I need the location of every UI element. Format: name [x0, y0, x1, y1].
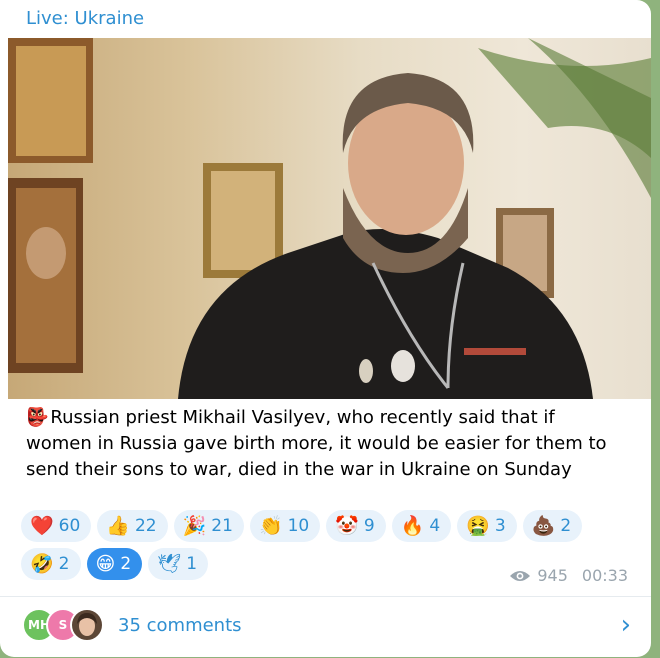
reaction-count: 3	[494, 516, 506, 536]
reaction-vomit[interactable]: 🤮 3	[457, 510, 517, 542]
comments-label: 35 comments	[118, 614, 242, 636]
reaction-poop[interactable]: 💩 2	[522, 510, 583, 542]
rolling-laughing-icon: 🤣	[30, 552, 54, 575]
reaction-count: 10	[287, 516, 310, 536]
thumbs-up-icon: 👍	[106, 514, 130, 537]
reaction-count: 21	[211, 516, 233, 536]
post-photo[interactable]	[8, 38, 651, 399]
reaction-count: 22	[134, 516, 157, 536]
clown-face-icon: 🤡	[335, 514, 359, 537]
fire-icon: 🔥	[400, 514, 425, 537]
goblin-icon: 👺	[26, 407, 49, 428]
dove-icon: 🕊	[157, 552, 182, 575]
reaction-count: 2	[560, 516, 572, 536]
reaction-count: 2	[58, 554, 70, 574]
reaction-grin[interactable]: 😁 2	[86, 548, 143, 580]
clapping-hands-icon: 👏	[258, 514, 283, 537]
heart-icon: ❤️	[30, 514, 54, 537]
comments-bar[interactable]: MH S 35 comments ›	[22, 607, 631, 643]
reaction-thumbs-up[interactable]: 👍 22	[97, 510, 168, 542]
vomiting-face-icon: 🤮	[466, 514, 490, 537]
reaction-count: 1	[186, 554, 198, 574]
chevron-right-icon: ›	[620, 610, 631, 640]
avatar	[70, 608, 104, 642]
message-meta: 945 00:33	[509, 566, 628, 585]
channel-title[interactable]: Live: Ukraine	[26, 7, 144, 31]
reaction-count: 4	[429, 516, 441, 536]
commenter-avatars: MH S	[22, 608, 104, 642]
reactions-row-1: ❤️ 60 👍 22 🎉 21 👏 10 🤡 9 🔥 4 🤮 3 💩 2	[21, 510, 621, 542]
reaction-rofl[interactable]: 🤣 2	[21, 548, 81, 580]
reaction-dove[interactable]: 🕊 1	[148, 548, 209, 580]
party-popper-icon: 🎉	[182, 514, 207, 537]
divider	[0, 596, 651, 597]
reaction-clap[interactable]: 👏 10	[249, 510, 321, 542]
eye-icon	[510, 570, 531, 581]
message-time: 00:33	[581, 566, 628, 585]
reaction-count: 2	[120, 554, 132, 574]
view-count: 945	[537, 566, 568, 585]
caption-text: Russian priest Mikhail Vasilyev, who rec…	[26, 407, 607, 480]
reaction-party[interactable]: 🎉 21	[173, 510, 244, 542]
reaction-count: 9	[363, 516, 375, 536]
reaction-heart[interactable]: ❤️ 60	[21, 510, 92, 542]
reaction-fire[interactable]: 🔥 4	[391, 510, 452, 542]
reaction-clown[interactable]: 🤡 9	[326, 510, 386, 542]
grinning-face-icon: 😁	[95, 552, 116, 575]
reaction-count: 60	[58, 516, 81, 536]
message-bubble: Live: Ukraine 👺 Russian priest Mikhail V…	[0, 0, 651, 657]
post-caption: 👺 Russian priest Mikhail Vasilyev, who re…	[26, 405, 626, 483]
pile-of-poo-icon: 💩	[531, 514, 556, 537]
